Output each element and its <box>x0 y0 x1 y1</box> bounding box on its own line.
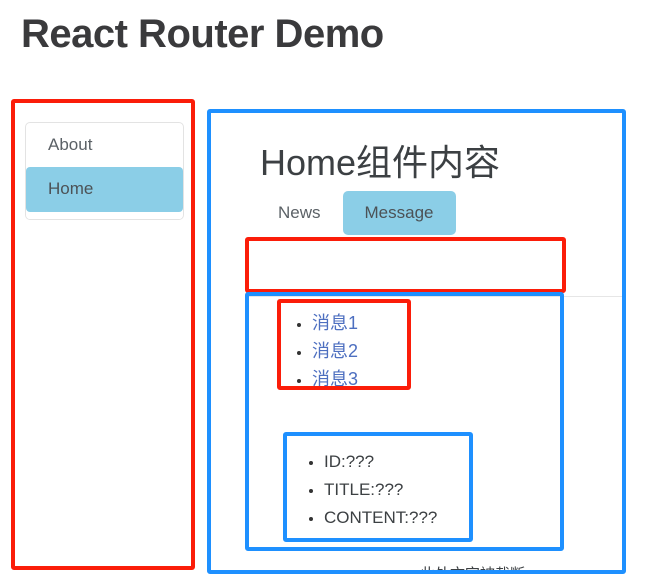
cutoff-bottom-text: ……此处文字被截断…… <box>390 563 555 574</box>
annotation-box-tabs <box>245 237 566 293</box>
message-detail-list: ID:??? TITLE:??? CONTENT:??? <box>302 448 437 532</box>
tab-divider <box>246 296 626 297</box>
message-link-list: 消息1 消息2 消息3 <box>290 310 358 394</box>
list-item: 消息1 <box>312 310 358 338</box>
list-item: 消息3 <box>312 366 358 394</box>
main-content: Home组件内容 News Message 消息1 消息2 消息3 ID:???… <box>246 140 626 527</box>
content-heading: Home组件内容 <box>260 142 501 183</box>
sidebar-card-spacer <box>26 211 183 219</box>
detail-item-content: CONTENT:??? <box>324 504 437 532</box>
message-link-2[interactable]: 消息2 <box>312 341 358 361</box>
detail-item-title: TITLE:??? <box>324 476 437 504</box>
page-title: React Router Demo <box>21 12 384 56</box>
message-link-1[interactable]: 消息1 <box>312 313 358 333</box>
tab-news[interactable]: News <box>256 191 343 235</box>
sidebar-item-about[interactable]: About <box>26 123 183 167</box>
sidebar: About Home <box>25 122 184 220</box>
list-item: 消息2 <box>312 338 358 366</box>
tab-bar: News Message <box>256 191 626 235</box>
detail-item-id: ID:??? <box>324 448 437 476</box>
sidebar-item-home[interactable]: Home <box>26 167 183 212</box>
sidebar-nav-card: About Home <box>25 122 184 220</box>
message-link-3[interactable]: 消息3 <box>312 369 358 389</box>
tab-message[interactable]: Message <box>342 191 456 235</box>
